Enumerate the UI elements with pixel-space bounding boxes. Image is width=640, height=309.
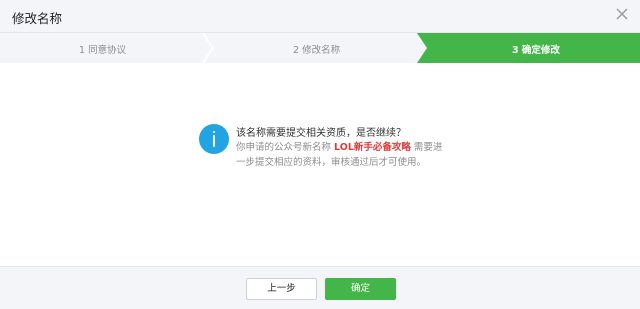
message-line-1-prefix: 你申请的公众号新名称: [236, 142, 335, 153]
new-account-name: LOL新手必备攻略: [334, 142, 411, 153]
prev-step-button[interactable]: 上一步: [246, 278, 317, 300]
dialog-footer: 上一步 确定: [0, 266, 640, 309]
step-3-label: 3 确定修改: [512, 45, 560, 56]
dialog-header: 修改名称: [0, 0, 640, 33]
message-line-1-suffix: 需要进: [410, 142, 443, 153]
step-2-label: 2 修改名称: [293, 45, 341, 56]
message-line-1: 你申请的公众号新名称 LOL新手必备攻略 需要进: [236, 140, 442, 155]
confirm-button[interactable]: 确定: [325, 278, 396, 300]
close-icon[interactable]: [615, 7, 629, 21]
step-progress: 1 同意协议 2 修改名称 3 确定修改: [0, 33, 640, 63]
dialog-title: 修改名称: [12, 11, 63, 26]
message-title: 该名称需要提交相关资质，是否继续？: [236, 128, 406, 139]
message-body: 你申请的公众号新名称 LOL新手必备攻略 需要进 一步提交相应的资料，审核通过后…: [236, 140, 442, 170]
message-line-2: 一步提交相应的资料，审核通过后才可使用。: [236, 157, 427, 168]
step-1-label: 1 同意协议: [79, 45, 127, 56]
info-icon: [199, 124, 229, 154]
